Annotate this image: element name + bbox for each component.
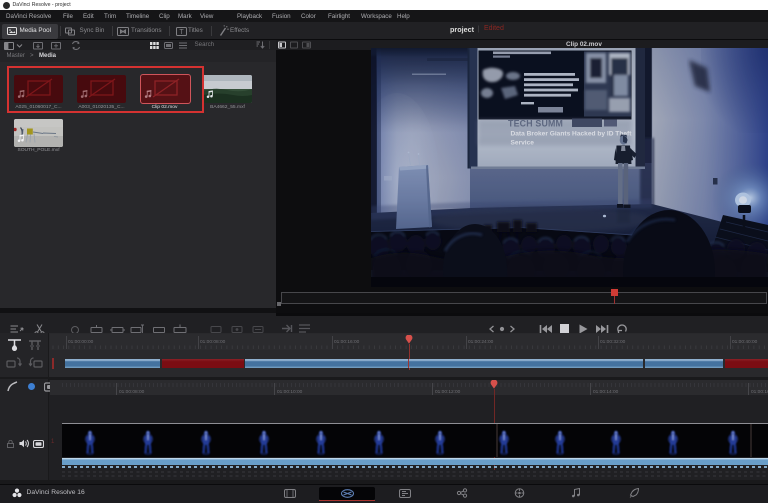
svg-text:01:00:08:00: 01:00:08:00 [119,389,145,395]
svg-text:01:00:40:00: 01:00:40:00 [732,339,758,345]
svg-text:01:00:32:00: 01:00:32:00 [600,339,626,345]
svg-text:01:00:24:00: 01:00:24:00 [468,339,494,345]
svg-text:01:00:14:00: 01:00:14:00 [593,389,619,395]
svg-text:01:00:16:0: 01:00:16:0 [751,389,768,395]
svg-text:01:00:12:00: 01:00:12:00 [435,389,461,395]
svg-text:01:00:16:00: 01:00:16:00 [334,339,360,345]
svg-text:01:00:08:00: 01:00:08:00 [200,339,226,345]
svg-text:01:00:00:00: 01:00:00:00 [68,339,94,345]
svg-text:T: T [179,29,184,36]
svg-text:01:00:10:00: 01:00:10:00 [277,389,303,395]
